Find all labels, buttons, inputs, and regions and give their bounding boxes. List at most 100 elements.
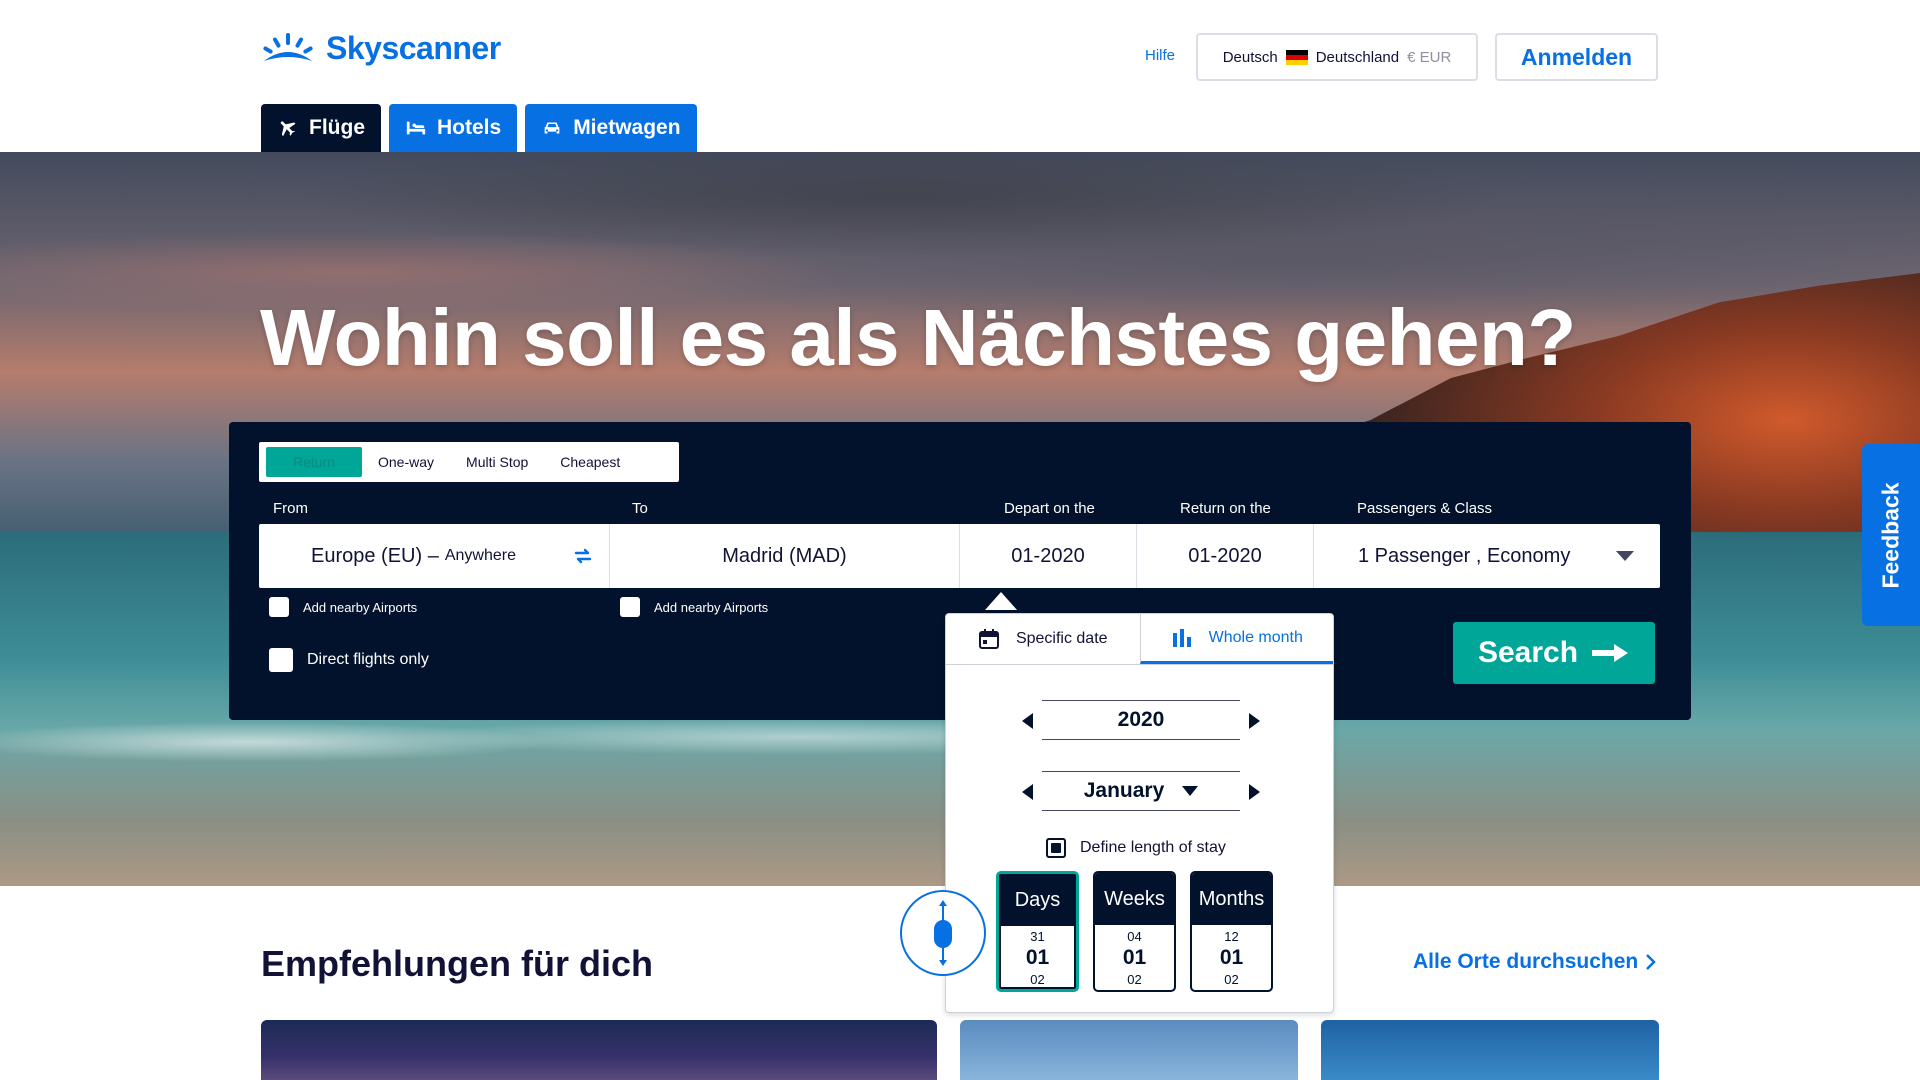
help-link[interactable]: Hilfe	[1145, 47, 1175, 64]
return-label: Return on the	[1180, 500, 1271, 517]
month-stepper: January	[1022, 771, 1260, 811]
plane-icon	[280, 121, 296, 137]
passengers-value: 1 Passenger , Economy	[1358, 544, 1571, 567]
direct-flights-checkbox[interactable]	[269, 648, 293, 672]
arrow-right-icon	[1592, 644, 1629, 662]
from-value: Europe (EU) –	[311, 544, 439, 567]
site-header: Skyscanner Hilfe Deutsch Deutschland € E…	[0, 0, 1920, 152]
weeks-picker[interactable]: Weeks 04 01 02	[1093, 871, 1176, 992]
to-nearby-airports[interactable]: Add nearby Airports	[620, 597, 768, 617]
next-month-arrow-icon[interactable]	[1249, 784, 1260, 800]
tab-hotels[interactable]: Hotels	[389, 104, 518, 152]
from-field[interactable]: Europe (EU) – Anywhere	[259, 524, 610, 588]
chevron-down-icon	[1182, 786, 1199, 796]
trip-type-return[interactable]: Return	[266, 447, 362, 477]
tab-specific-date[interactable]: Specific date	[946, 614, 1140, 664]
vertical-swipe-icon	[934, 900, 952, 966]
calendar-icon	[978, 629, 999, 649]
trip-type-cheapest[interactable]: Cheapest	[544, 447, 636, 477]
trip-type-multi-stop[interactable]: Multi Stop	[450, 447, 544, 477]
swap-icon[interactable]	[573, 546, 593, 566]
weeks-picker-label: Weeks	[1095, 873, 1174, 925]
to-label: To	[632, 500, 648, 517]
date-mode-tabs: Specific date Whole month	[946, 614, 1333, 665]
language-label: Deutsch	[1222, 48, 1278, 66]
tab-flights-label: Flüge	[309, 116, 365, 139]
from-nearby-label: Add nearby Airports	[303, 599, 418, 615]
tab-car-hire[interactable]: Mietwagen	[525, 104, 697, 152]
recommendation-card[interactable]	[261, 1020, 937, 1080]
direct-flights-label: Direct flights only	[307, 651, 429, 668]
skyscanner-logo[interactable]: Skyscanner	[260, 30, 501, 67]
months-picker-label: Months	[1192, 873, 1271, 925]
define-stay-option[interactable]: Define length of stay	[1046, 838, 1226, 858]
tab-whole-month-label: Whole month	[1208, 628, 1303, 646]
previous-year-arrow-icon[interactable]	[1022, 713, 1033, 729]
search-button-label: Search	[1477, 636, 1579, 669]
product-tabs: Flüge Hotels Mietwagen	[261, 104, 697, 152]
field-labels: From To Depart on the Return on the Pass…	[273, 500, 1673, 520]
days-current-value: 01	[1025, 945, 1050, 969]
to-nearby-label: Add nearby Airports	[654, 599, 769, 615]
months-next-value: 02	[1224, 971, 1239, 987]
feedback-tab[interactable]: Feedback	[1862, 444, 1920, 626]
days-picker-label: Days	[999, 874, 1076, 926]
chevron-right-icon	[1646, 954, 1656, 970]
chevron-down-icon	[1616, 551, 1634, 561]
days-next-value: 02	[1030, 971, 1045, 987]
logo-text: Skyscanner	[326, 30, 501, 66]
recommendation-card[interactable]	[1321, 1020, 1659, 1080]
previous-month-arrow-icon[interactable]	[1022, 784, 1033, 800]
feedback-label: Feedback	[1877, 481, 1904, 589]
from-nearby-checkbox[interactable]	[269, 597, 289, 617]
hero-title: Wohin soll es als Nächstes gehen?	[260, 293, 1576, 382]
define-stay-checkbox[interactable]	[1046, 838, 1066, 858]
tab-specific-date-label: Specific date	[1015, 630, 1108, 647]
from-label: From	[273, 500, 308, 517]
days-prev-value: 31	[1030, 928, 1045, 944]
to-field[interactable]: Madrid (MAD)	[610, 524, 960, 588]
depart-label: Depart on the	[1004, 500, 1095, 517]
recommendations-title: Empfehlungen für dich	[261, 943, 653, 984]
month-value: January	[1083, 779, 1165, 802]
weeks-prev-value: 04	[1127, 928, 1142, 944]
weeks-current-value: 01	[1122, 945, 1147, 969]
tab-car-hire-label: Mietwagen	[573, 116, 681, 139]
direct-flights-option[interactable]: Direct flights only	[269, 648, 429, 672]
tab-flights[interactable]: Flüge	[261, 104, 381, 152]
signin-button[interactable]: Anmelden	[1495, 33, 1658, 81]
passengers-field[interactable]: 1 Passenger , Economy	[1314, 524, 1660, 588]
year-stepper: 2020	[1022, 700, 1260, 740]
country-label: Deutschland	[1315, 48, 1400, 66]
months-current-value: 01	[1219, 945, 1244, 969]
stay-duration-pickers: Days 31 01 02 Weeks 04 01 02 Months 12 0…	[996, 871, 1273, 992]
trip-type-selector: Return One-way Multi Stop Cheapest	[259, 442, 679, 482]
trip-type-one-way[interactable]: One-way	[362, 447, 450, 477]
passengers-label: Passengers & Class	[1357, 500, 1493, 517]
to-nearby-checkbox[interactable]	[620, 597, 640, 617]
month-select[interactable]: January	[1084, 779, 1199, 803]
year-value: 2020	[1117, 708, 1165, 731]
sunrise-logo-icon	[263, 32, 313, 61]
date-picker-popover: Specific date Whole month 2020 January D…	[945, 613, 1334, 1013]
currency-label: € EUR	[1407, 48, 1452, 66]
return-field[interactable]: 01-2020	[1137, 524, 1314, 588]
browse-all-destinations-link[interactable]: Alle Orte durchsuchen	[1413, 950, 1656, 974]
page: Skyscanner Hilfe Deutsch Deutschland € E…	[0, 0, 1920, 1080]
define-stay-label: Define length of stay	[1080, 839, 1226, 856]
locale-button[interactable]: Deutsch Deutschland € EUR	[1196, 33, 1478, 81]
search-button[interactable]: Search	[1453, 622, 1655, 684]
germany-flag-icon	[1285, 49, 1308, 65]
next-year-arrow-icon[interactable]	[1249, 713, 1260, 729]
search-fields: Europe (EU) – Anywhere Madrid (MAD) 01-2…	[259, 524, 1660, 588]
from-nearby-airports[interactable]: Add nearby Airports	[269, 597, 417, 617]
weeks-next-value: 02	[1127, 971, 1142, 987]
bed-icon	[406, 121, 426, 135]
depart-field[interactable]: 01-2020	[960, 524, 1137, 588]
months-picker[interactable]: Months 12 01 02	[1190, 871, 1273, 992]
browse-all-label: Alle Orte durchsuchen	[1413, 950, 1639, 973]
days-picker[interactable]: Days 31 01 02	[996, 871, 1079, 992]
tab-whole-month[interactable]: Whole month	[1139, 614, 1333, 664]
recommendation-card[interactable]	[960, 1020, 1298, 1080]
scroll-gesture-icon	[900, 890, 986, 976]
